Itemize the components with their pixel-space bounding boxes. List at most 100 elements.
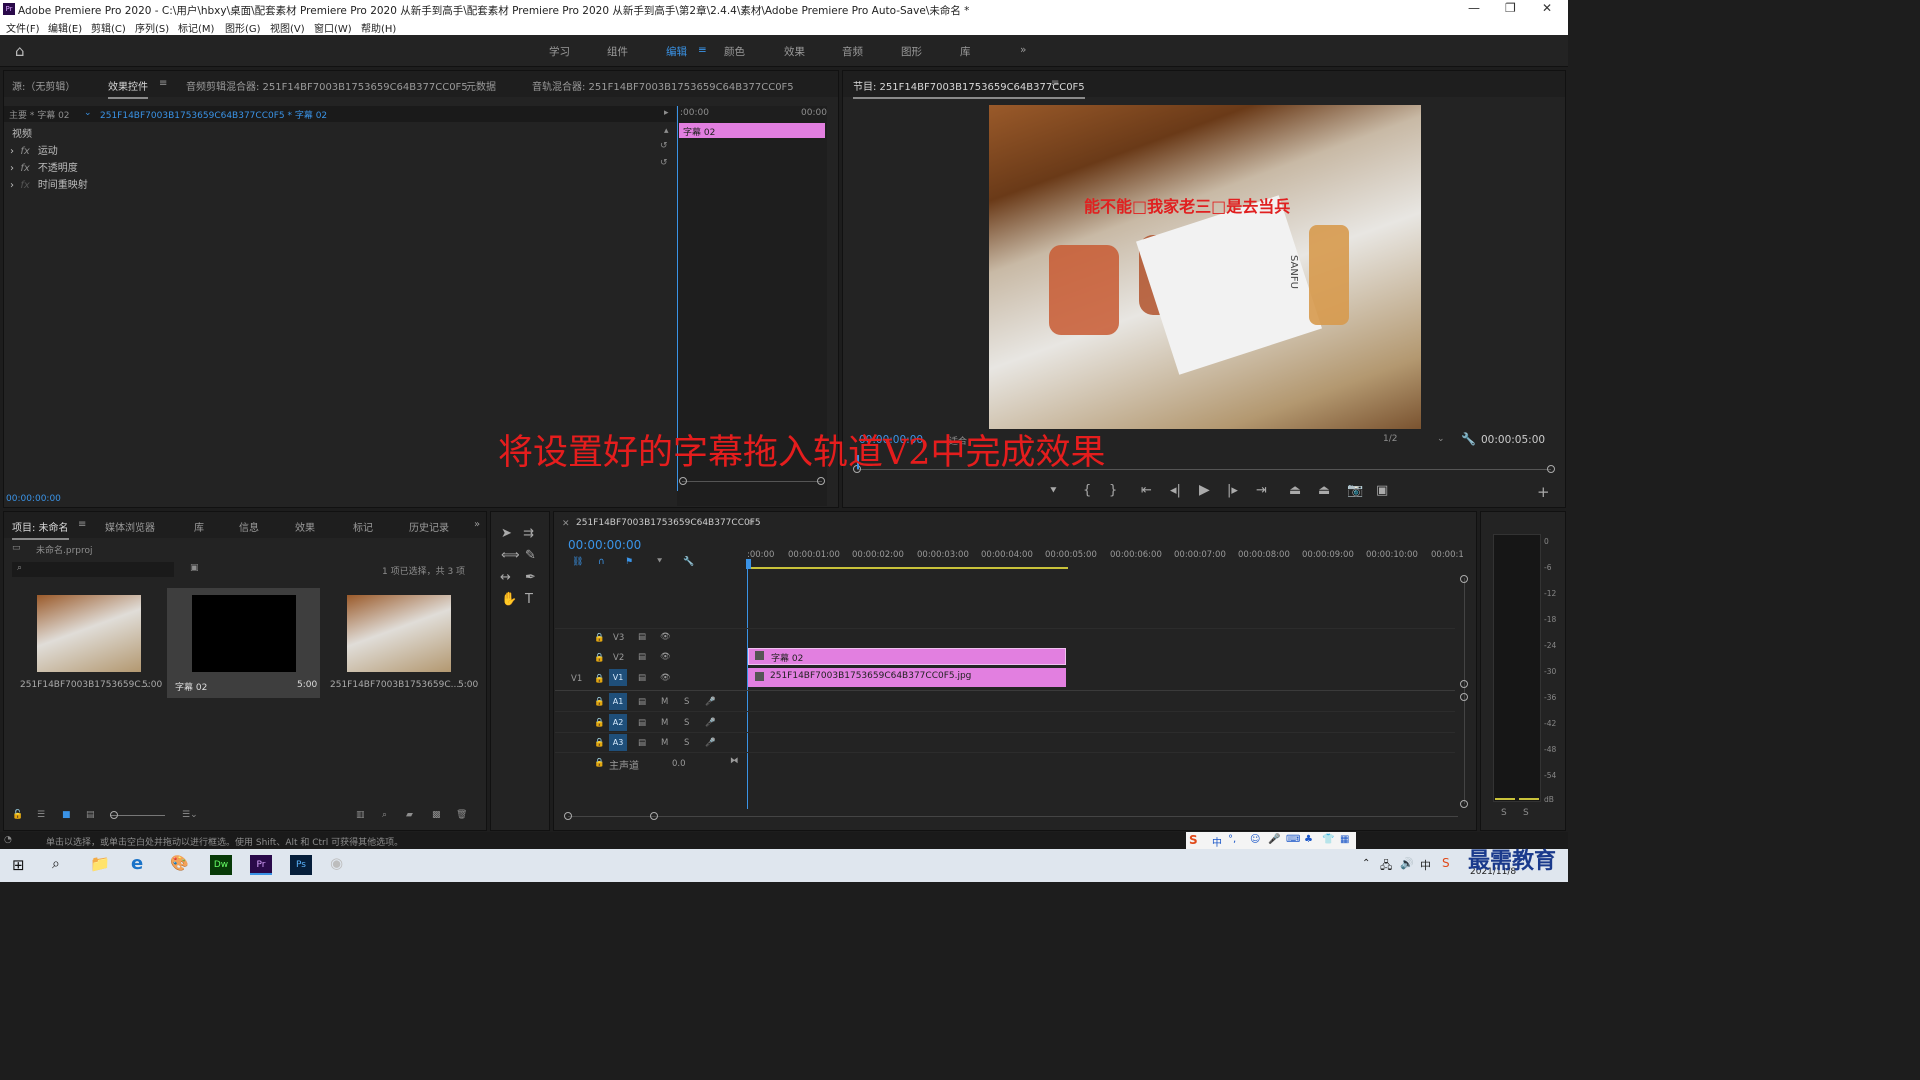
track-label-v3[interactable]: V3 — [613, 633, 624, 643]
hscroll-handle-right[interactable] — [650, 812, 658, 820]
mute-button[interactable]: M — [661, 718, 668, 728]
step-forward-icon[interactable]: |▸ — [1227, 483, 1238, 498]
tab-info[interactable]: 信息 — [239, 519, 259, 534]
sync-lock-icon[interactable]: ▤ — [638, 652, 646, 662]
add-marker-icon[interactable]: ⯆ — [1049, 484, 1058, 498]
workspace-audio[interactable]: 音频 — [842, 44, 863, 59]
master-volume-value[interactable]: 0.0 — [672, 759, 686, 769]
workspace-editing[interactable]: 编辑 — [666, 44, 687, 59]
emoji-icon[interactable]: ☺ — [1250, 834, 1260, 845]
chevron-down-icon[interactable]: ⌄ — [84, 108, 92, 118]
solo-button[interactable]: S — [684, 738, 689, 748]
menu-sequence[interactable]: 序列(S) — [135, 20, 169, 35]
work-area-bar[interactable] — [748, 567, 1068, 569]
tab-audio-clip-mixer[interactable]: 音频剪辑混合器: 251F14BF7003B1753659C64B377CC0F… — [186, 78, 468, 93]
icon-view-icon[interactable]: ■ — [62, 810, 71, 820]
effect-motion[interactable]: › fx 运动 — [10, 142, 58, 157]
file-explorer-icon[interactable]: 📁 — [90, 854, 110, 873]
type-tool-icon[interactable]: T — [525, 592, 533, 607]
vscroll-handle[interactable] — [1460, 575, 1468, 583]
sync-lock-icon[interactable]: ▤ — [638, 632, 646, 642]
timeline-timecode[interactable]: 00:00:00:00 — [568, 538, 641, 552]
linked-selection-icon[interactable]: ⚑ — [625, 557, 633, 567]
export-frame-icon[interactable]: 📷 — [1347, 483, 1363, 498]
add-button-icon[interactable]: + — [1537, 483, 1550, 501]
sync-lock-icon[interactable]: ▤ — [638, 697, 646, 707]
find-icon[interactable]: ⌕ — [382, 810, 387, 820]
selection-tool-icon[interactable]: ➤ — [501, 526, 512, 541]
vscroll-handle[interactable] — [1460, 800, 1468, 808]
hscroll-handle-left[interactable] — [564, 812, 572, 820]
scroll-handle-left[interactable] — [679, 477, 687, 485]
tab-history[interactable]: 历史记录 — [409, 519, 449, 534]
minimize-icon[interactable]: — — [1468, 1, 1480, 15]
workspace-color[interactable]: 颜色 — [724, 44, 745, 59]
snap-icon[interactable]: ∩ — [598, 557, 605, 567]
workspace-learn[interactable]: 学习 — [549, 44, 570, 59]
resolution-dropdown[interactable]: 1/2 — [1383, 434, 1397, 444]
effect-opacity[interactable]: › fx 不透明度 — [10, 159, 78, 174]
network-icon[interactable]: 🖧 — [1380, 857, 1392, 876]
dreamweaver-icon[interactable]: Dw — [210, 855, 232, 875]
project-item[interactable]: 251F14BF7003B1753659C... 5:00 — [322, 588, 480, 698]
tab-markers[interactable]: 标记 — [353, 519, 373, 534]
vscroll-handle[interactable] — [1460, 680, 1468, 688]
reset-icon[interactable]: ↺ — [660, 158, 668, 168]
eye-icon[interactable]: 👁 — [660, 652, 671, 662]
wrench-icon[interactable]: 🔧 — [1461, 432, 1476, 446]
menu-view[interactable]: 视图(V) — [270, 20, 305, 35]
fx-icon[interactable]: fx — [20, 146, 29, 157]
comparison-view-icon[interactable]: ▣ — [1376, 483, 1388, 498]
effect-time-remap[interactable]: › fx 时间重映射 — [10, 176, 88, 191]
fx-icon[interactable]: fx — [20, 163, 29, 174]
expand-arrow-icon[interactable]: › — [10, 180, 14, 191]
source-patch-v1[interactable]: V1 — [571, 674, 582, 684]
ime-tray-icon[interactable]: 中 — [1420, 857, 1431, 873]
sequence-menu-icon[interactable]: ≡ — [747, 518, 755, 528]
track-target-a2[interactable]: A2 — [609, 714, 627, 731]
meter-solo-right[interactable]: S — [1523, 808, 1529, 818]
project-item[interactable]: 251F14BF7003B1753659C... 5:00 — [12, 588, 164, 698]
sync-lock-icon[interactable]: ▤ — [638, 738, 646, 748]
menu-graphics[interactable]: 图形(G) — [225, 20, 261, 35]
mic-icon[interactable]: 🎤 — [705, 718, 716, 728]
home-icon[interactable]: ⌂ — [15, 42, 25, 60]
mute-button[interactable]: M — [661, 697, 668, 707]
new-bin-icon[interactable]: ▰ — [406, 810, 413, 820]
hand-tool-icon[interactable]: ✋ — [501, 592, 517, 607]
menu-edit[interactable]: 编辑(E) — [48, 20, 82, 35]
mini-timeline-clip[interactable]: 字幕 02 — [679, 123, 825, 138]
meter-solo-left[interactable]: S — [1501, 808, 1507, 818]
skin-icon[interactable]: ♣ — [1304, 834, 1313, 845]
collapse-up-icon[interactable]: ▴ — [664, 126, 669, 136]
photoshop-icon[interactable]: Ps — [290, 855, 312, 875]
expand-arrow-icon[interactable]: › — [10, 163, 14, 174]
app-avatar-icon[interactable]: ◉ — [330, 854, 343, 872]
tab-metadata[interactable]: 元数据 — [466, 78, 496, 93]
search-icon[interactable]: ⌕ — [52, 856, 60, 872]
menu-file[interactable]: 文件(F) — [6, 20, 40, 35]
go-to-end-icon[interactable]: ⧓ — [730, 756, 739, 766]
track-label-v2[interactable]: V2 — [613, 653, 624, 663]
solo-button[interactable]: S — [684, 697, 689, 707]
windows-start-icon[interactable]: ⊞ — [12, 856, 25, 874]
workspace-effects[interactable]: 效果 — [784, 44, 805, 59]
freeform-view-icon[interactable]: ▤ — [86, 810, 95, 820]
shirt-icon[interactable]: 👕 — [1322, 834, 1334, 845]
edge-browser-icon[interactable]: e — [131, 853, 143, 874]
extract-icon[interactable]: ⏏ — [1318, 483, 1330, 498]
ime-punct[interactable]: °, — [1228, 834, 1236, 845]
lock-icon[interactable]: 🔒 — [594, 697, 605, 707]
grid-icon[interactable]: ▦ — [1340, 834, 1349, 845]
menu-window[interactable]: 窗口(W) — [314, 20, 352, 35]
insert-nest-icon[interactable]: ⛓ — [572, 557, 583, 567]
pen-tool-icon[interactable]: ✒ — [525, 570, 536, 585]
play-triangle-icon[interactable]: ▸ — [664, 108, 669, 118]
new-search-bin-icon[interactable]: ▣ — [190, 563, 199, 573]
timeline-clip-v1[interactable]: 251F14BF7003B1753659C64B377CC0F5.jpg — [748, 668, 1066, 687]
reset-icon[interactable]: ↺ — [660, 141, 668, 151]
zoom-slider[interactable] — [110, 815, 165, 816]
timeline-horizontal-scrollbar[interactable] — [568, 816, 1458, 817]
tab-menu-icon[interactable]: ≡ — [159, 78, 167, 89]
list-view-icon[interactable]: ☰ — [37, 810, 45, 820]
